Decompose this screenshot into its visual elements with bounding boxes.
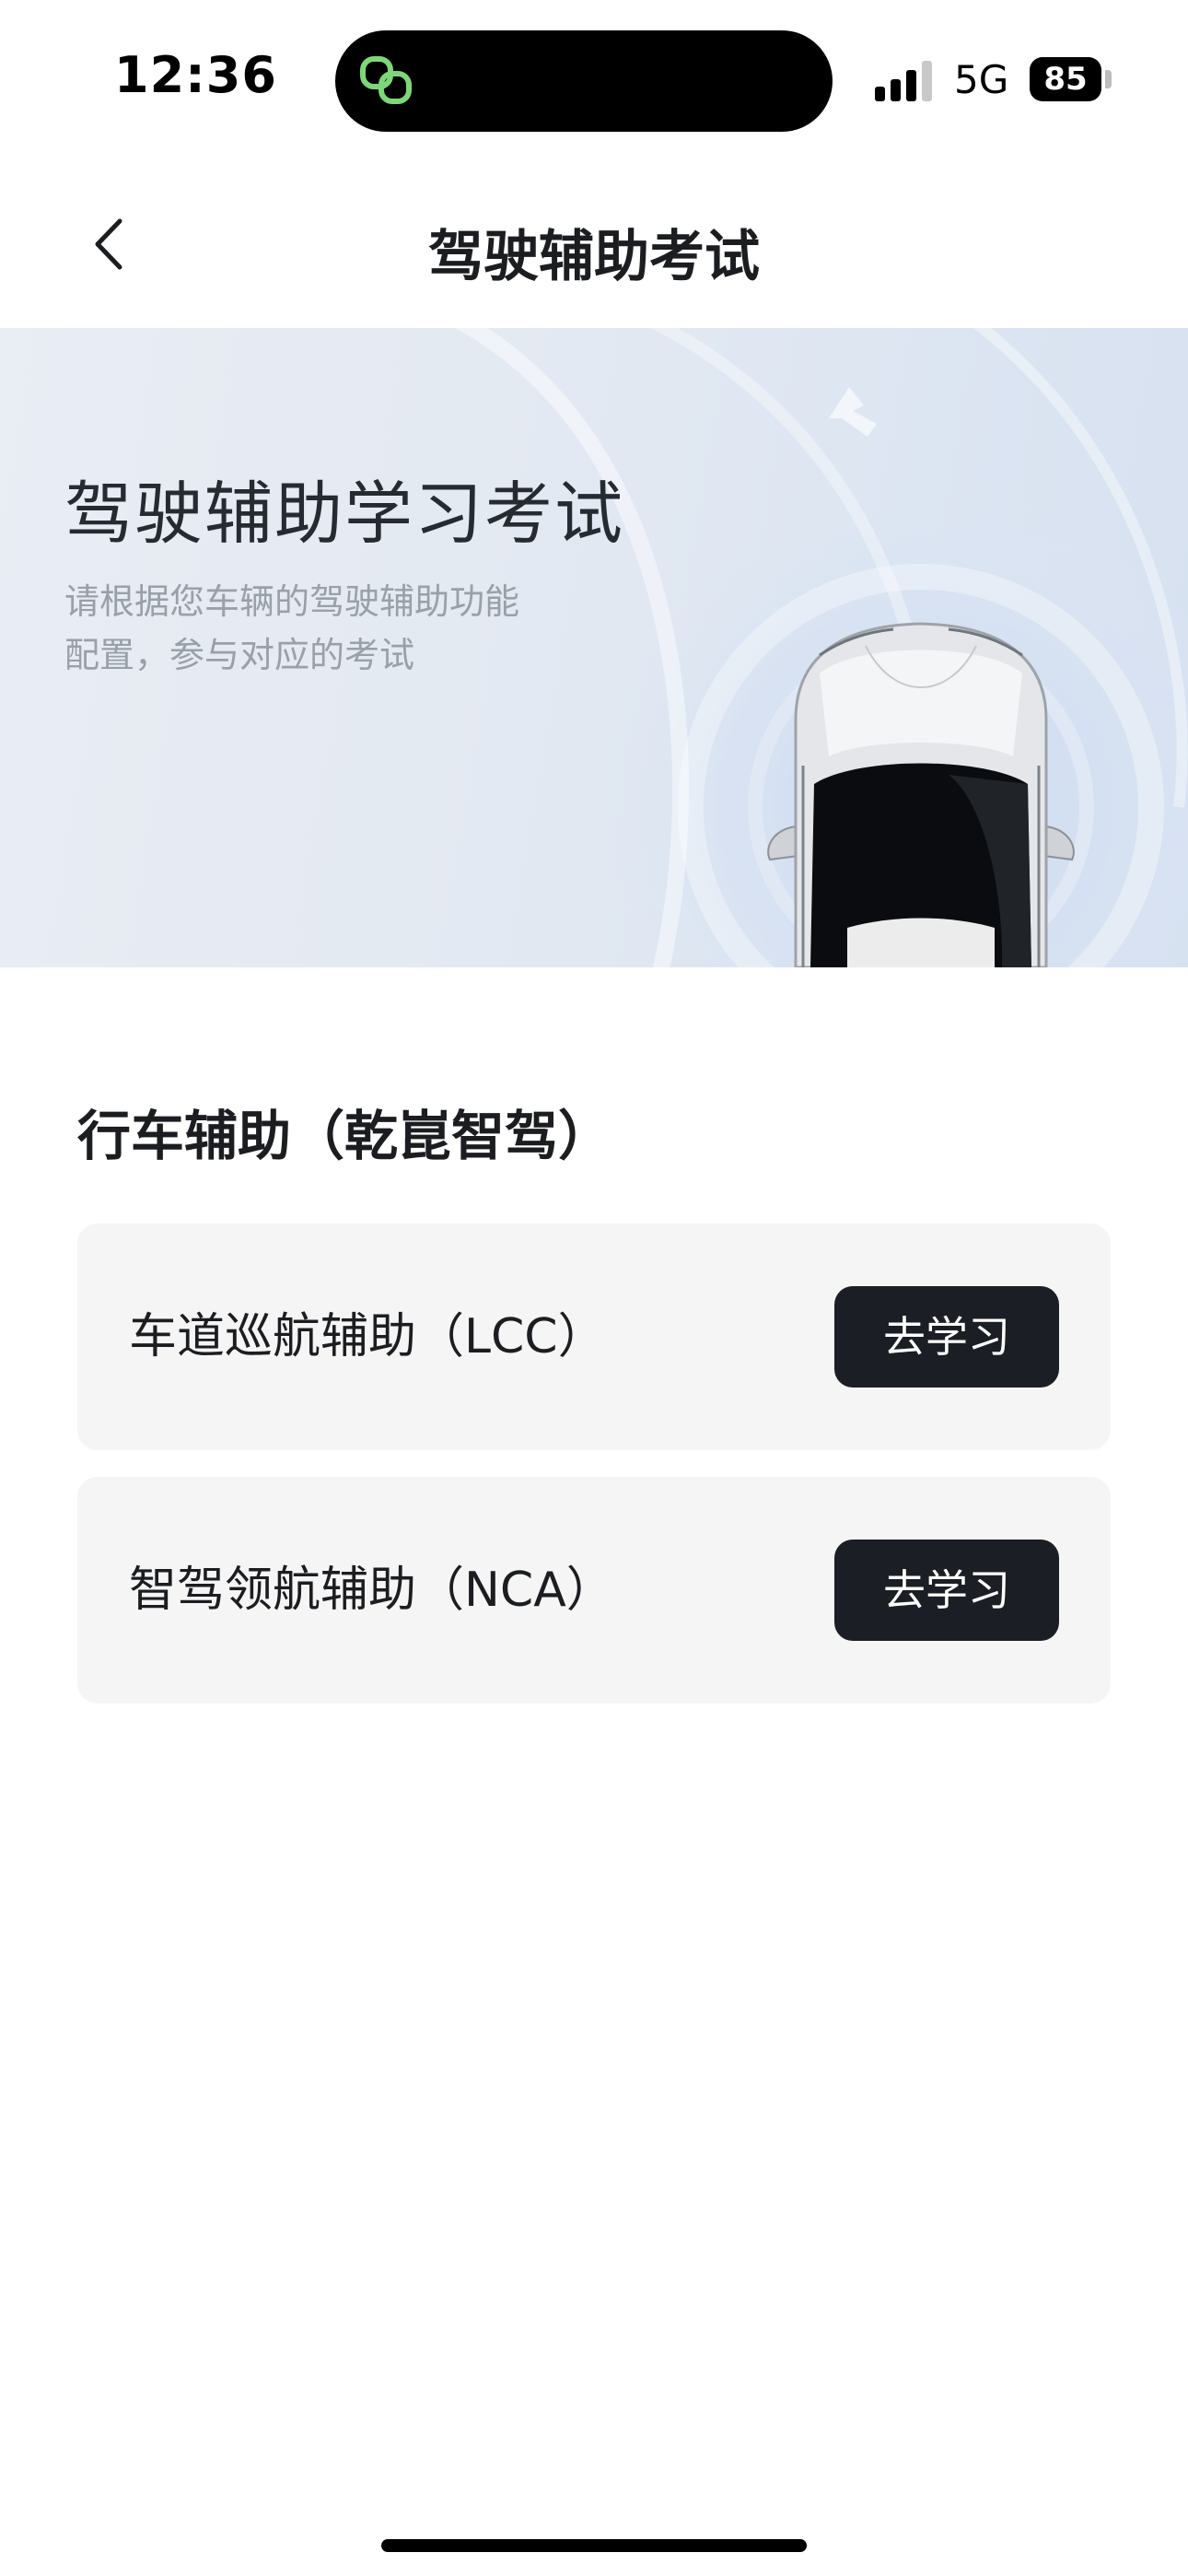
dynamic-island[interactable]: [335, 30, 833, 132]
battery-indicator: 85: [1030, 57, 1101, 101]
network-type: 5G: [954, 57, 1009, 102]
linked-rings-icon: [360, 56, 412, 104]
course-card-nca[interactable]: 智驾领航辅助（NCA） 去学习: [77, 1477, 1111, 1704]
home-indicator[interactable]: [381, 2539, 807, 2552]
page-title: 驾驶辅助考试: [428, 225, 760, 289]
hero-title: 驾驶辅助学习考试: [64, 474, 624, 554]
go-learn-button[interactable]: 去学习: [834, 1286, 1059, 1388]
cellular-signal-icon: [875, 61, 932, 101]
go-learn-button[interactable]: 去学习: [834, 1540, 1059, 1641]
car-illustration: [767, 622, 1075, 967]
hero-subtitle: 请根据您车辆的驾驶辅助功能 配置，参与对应的考试: [64, 575, 580, 682]
status-bar: 12:36 5G 85: [0, 0, 1188, 157]
course-name: 车道巡航辅助（LCC）: [129, 1309, 606, 1364]
battery-cap: [1105, 70, 1112, 88]
section-title: 行车辅助（乾崑智驾）: [77, 1105, 612, 1167]
hero-banner: 驾驶辅助学习考试 请根据您车辆的驾驶辅助功能 配置，参与对应的考试: [0, 328, 1188, 967]
hero-subtitle-line: 配置，参与对应的考试: [64, 635, 415, 675]
nav-bar: 驾驶辅助考试: [0, 157, 1188, 328]
status-time: 12:36: [114, 46, 277, 104]
course-card-lcc[interactable]: 车道巡航辅助（LCC） 去学习: [77, 1224, 1111, 1450]
course-name: 智驾领航辅助（NCA）: [129, 1563, 614, 1618]
hero-subtitle-line: 请根据您车辆的驾驶辅助功能: [64, 581, 520, 622]
